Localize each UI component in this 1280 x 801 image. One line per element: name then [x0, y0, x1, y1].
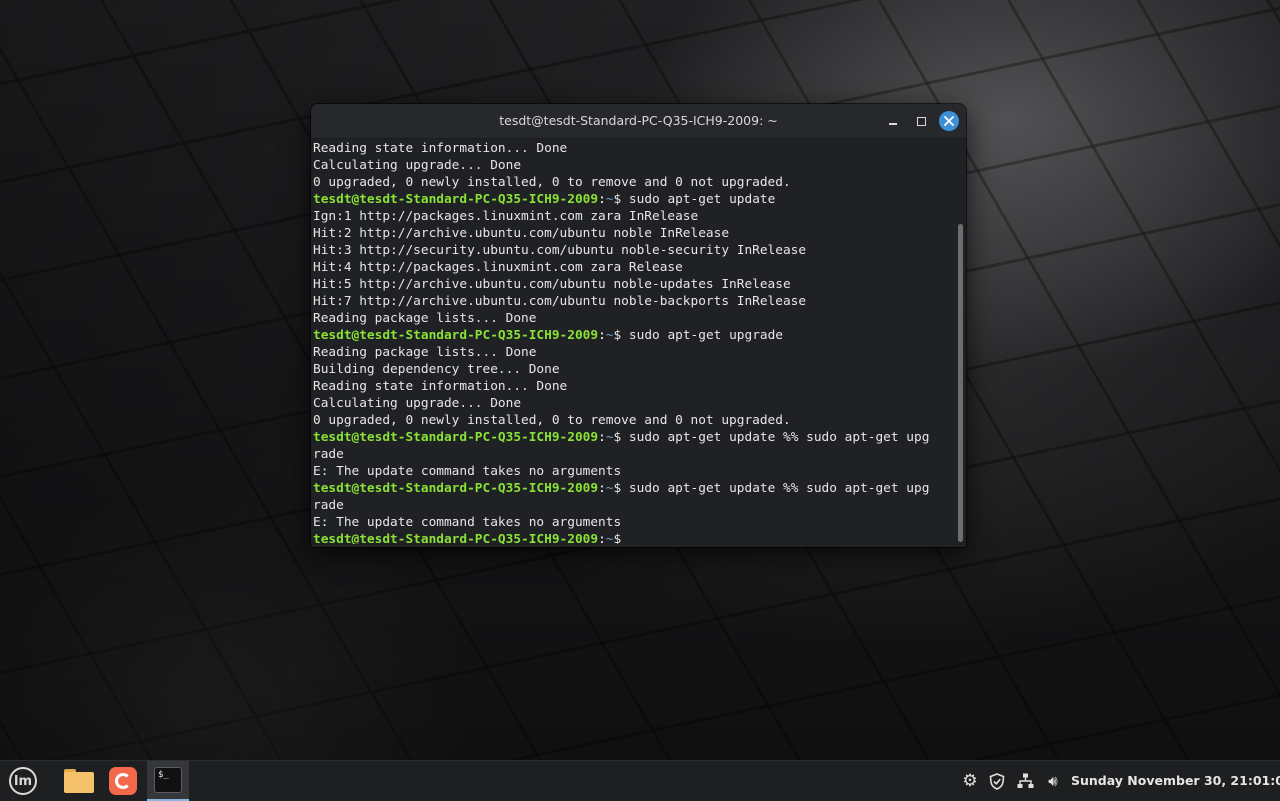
files-launcher[interactable] [58, 761, 100, 801]
close-button[interactable] [939, 111, 959, 131]
command-text: sudo apt-get update %% sudo apt-get upg [621, 481, 930, 496]
prompt-colon: : [598, 481, 606, 496]
settings-tray-button[interactable]: ⚙ [958, 761, 982, 801]
prompt-user-host: tesdt@tesdt-Standard-PC-Q35-ICH9-2009 [313, 192, 599, 207]
terminal-launcher[interactable]: $_ [147, 761, 189, 801]
terminal-output-line: Hit:4 http://packages.linuxmint.com zara… [313, 260, 683, 275]
terminal-command-line: tesdt@tesdt-Standard-PC-Q35-ICH9-2009:~$… [313, 191, 953, 208]
terminal-output-line: Reading package lists... Done [313, 311, 537, 326]
terminal-output-line: E: The update command takes no arguments [313, 464, 622, 479]
menu-button[interactable]: lm [2, 761, 44, 801]
mint-logo-icon: lm [9, 767, 37, 795]
firefox-launcher[interactable] [102, 761, 144, 801]
volume-tray-button[interactable]: 🔊︎ [1041, 761, 1065, 801]
prompt-colon: : [598, 532, 606, 544]
prompt-user-host: tesdt@tesdt-Standard-PC-Q35-ICH9-2009 [313, 481, 599, 496]
terminal-output-line: 0 upgraded, 0 newly installed, 0 to remo… [313, 413, 791, 428]
terminal-output-line: Hit:3 http://security.ubuntu.com/ubuntu … [313, 243, 807, 258]
terminal-window[interactable]: tesdt@tesdt-Standard-PC-Q35-ICH9-2009: ~… [311, 104, 966, 547]
prompt-path: ~$ [605, 328, 622, 343]
terminal-command-line: tesdt@tesdt-Standard-PC-Q35-ICH9-2009:~$… [313, 327, 953, 344]
terminal-output-line: Building dependency tree... Done [313, 362, 560, 377]
terminal-output-line: E: The update command takes no arguments [313, 515, 622, 530]
window-titlebar[interactable]: tesdt@tesdt-Standard-PC-Q35-ICH9-2009: ~ [311, 104, 966, 139]
maximize-icon [916, 116, 926, 126]
firefox-icon [109, 767, 137, 795]
prompt-path: ~$ [605, 532, 622, 544]
maximize-button[interactable] [911, 111, 931, 131]
terminal-output-line: Reading state information... Done [313, 141, 568, 156]
terminal-command-line: tesdt@tesdt-Standard-PC-Q35-ICH9-2009:~$ [313, 531, 953, 544]
terminal-output-line: Reading package lists... Done [313, 345, 537, 360]
minimize-icon [889, 123, 897, 125]
terminal-output-line: Calculating upgrade... Done [313, 396, 522, 411]
prompt-path: ~$ [605, 192, 622, 207]
close-icon [944, 116, 954, 126]
terminal-output-line: Hit:7 http://archive.ubuntu.com/ubuntu n… [313, 294, 807, 309]
terminal-output-line: Reading state information... Done [313, 379, 568, 394]
terminal-output-line: rade [313, 498, 344, 513]
terminal-scrollbar[interactable] [958, 224, 963, 542]
prompt-user-host: tesdt@tesdt-Standard-PC-Q35-ICH9-2009 [313, 430, 599, 445]
prompt-colon: : [598, 328, 606, 343]
gear-icon: ⚙ [962, 771, 978, 791]
prompt-user-host: tesdt@tesdt-Standard-PC-Q35-ICH9-2009 [313, 328, 599, 343]
folder-icon [64, 769, 94, 793]
terminal-command-line: tesdt@tesdt-Standard-PC-Q35-ICH9-2009:~$… [313, 429, 953, 446]
terminal-output-line: Hit:2 http://archive.ubuntu.com/ubuntu n… [313, 226, 730, 241]
command-text: sudo apt-get upgrade [621, 328, 784, 343]
shield-icon [989, 772, 1005, 790]
command-text: sudo apt-get update [621, 192, 776, 207]
taskbar: lm $_ ⚙ 🔊︎ Sunday November 30, 21:01:01 [0, 760, 1280, 801]
prompt-path: ~$ [605, 481, 622, 496]
terminal-output-line: Ign:1 http://packages.linuxmint.com zara… [313, 209, 699, 224]
volume-icon: 🔊︎ [1048, 772, 1058, 790]
window-title: tesdt@tesdt-Standard-PC-Q35-ICH9-2009: ~ [499, 113, 778, 128]
terminal-command-line: tesdt@tesdt-Standard-PC-Q35-ICH9-2009:~$… [313, 480, 953, 497]
shield-tray-button[interactable] [985, 761, 1009, 801]
terminal-output[interactable]: Reading state information... Done Calcula… [313, 140, 953, 544]
minimize-button[interactable] [883, 111, 903, 131]
prompt-colon: : [598, 430, 606, 445]
network-tray-button[interactable] [1013, 761, 1037, 801]
terminal-output-line: 0 upgraded, 0 newly installed, 0 to remo… [313, 175, 791, 190]
prompt-path: ~$ [605, 430, 622, 445]
network-icon [1017, 773, 1033, 788]
command-text: sudo apt-get update %% sudo apt-get upg [621, 430, 930, 445]
prompt-user-host: tesdt@tesdt-Standard-PC-Q35-ICH9-2009 [313, 532, 599, 544]
terminal-output-line: Calculating upgrade... Done [313, 158, 522, 173]
prompt-colon: : [598, 192, 606, 207]
clock[interactable]: Sunday November 30, 21:01:01 [1071, 773, 1280, 788]
terminal-icon: $_ [154, 767, 182, 793]
terminal-output-line: Hit:5 http://archive.ubuntu.com/ubuntu n… [313, 277, 791, 292]
terminal-output-line: rade [313, 447, 344, 462]
